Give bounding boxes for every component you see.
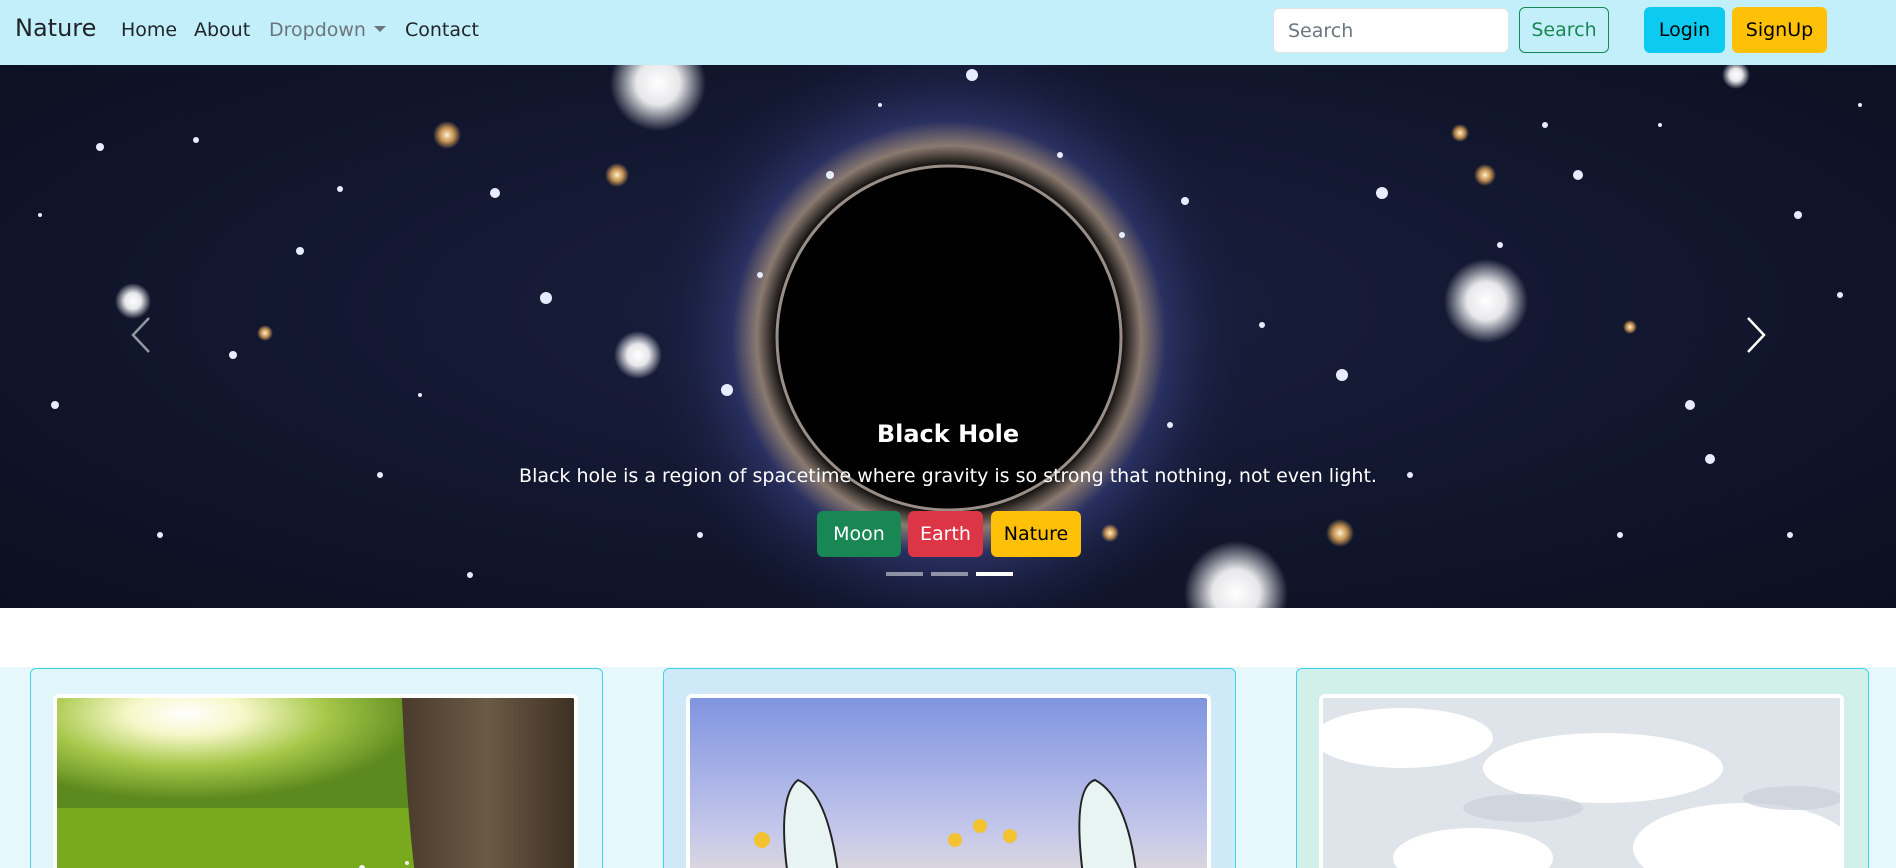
clouds-image [1319,694,1844,868]
nav-dropdown[interactable]: Dropdown [269,19,386,41]
nav-contact[interactable]: Contact [405,19,479,41]
butterflies-image [686,694,1211,868]
slide-description: Black hole is a region of spacetime wher… [519,465,1377,487]
nav-home[interactable]: Home [121,19,177,41]
card-clouds [1296,668,1869,868]
chevron-right-icon [1747,317,1766,353]
slide-title: Black Hole [876,420,1020,448]
nav-dropdown-label: Dropdown [269,19,366,41]
caret-down-icon [373,26,386,32]
search-input[interactable] [1273,8,1509,53]
carousel-indicator-2[interactable] [931,572,968,576]
chevron-left-icon [131,317,150,353]
carousel-indicator-3[interactable] [976,572,1013,576]
card-butterflies [663,668,1236,868]
moon-button[interactable]: Moon [817,511,901,557]
meadow-image [53,694,578,868]
carousel-prev-button[interactable] [111,305,171,365]
nav-about[interactable]: About [194,19,250,41]
carousel-indicator-1[interactable] [886,572,923,576]
earth-button[interactable]: Earth [908,511,983,557]
signup-button[interactable]: SignUp [1732,7,1827,53]
carousel: Black Hole Black hole is a region of spa… [0,65,1896,608]
nature-button[interactable]: Nature [991,511,1081,557]
search-button[interactable]: Search [1519,7,1609,53]
login-button[interactable]: Login [1644,7,1725,53]
brand-link[interactable]: Nature [15,14,96,42]
navbar: Nature Home About Dropdown Contact Searc… [0,0,1896,65]
card-meadow [30,668,603,868]
carousel-next-button[interactable] [1726,305,1786,365]
